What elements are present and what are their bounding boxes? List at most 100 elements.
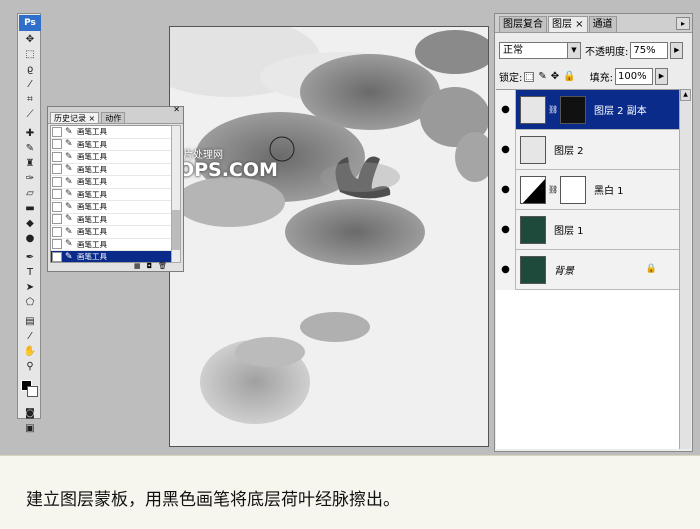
history-source-checkbox[interactable] bbox=[52, 214, 62, 225]
document-canvas[interactable]: 照片处理网 PHOTOPS.COM bbox=[169, 26, 489, 447]
tab-layer-comps[interactable]: 图层复合 bbox=[499, 16, 547, 32]
color-swatches[interactable] bbox=[19, 377, 41, 401]
history-tabs: 历史记录 × 动作 bbox=[48, 112, 183, 124]
crop-icon[interactable]: ⌗ bbox=[19, 92, 41, 106]
opacity-arrow-icon[interactable]: ▶ bbox=[670, 42, 684, 59]
link-icon[interactable]: ⛓ bbox=[548, 105, 558, 114]
brush-icon: ✎ bbox=[65, 226, 73, 237]
layer-row[interactable]: ● 图层 2 bbox=[496, 129, 679, 170]
history-item-label: 画笔工具 bbox=[77, 177, 107, 187]
lock-transparency-icon[interactable]: ⬚ bbox=[524, 71, 535, 82]
type-icon[interactable]: T bbox=[19, 265, 41, 279]
path-select-icon[interactable]: ➤ bbox=[19, 280, 41, 294]
screen-mode-icon[interactable]: ▣ bbox=[19, 421, 41, 435]
chevron-down-icon[interactable]: ▼ bbox=[567, 43, 580, 58]
lock-pixels-icon[interactable]: ✎ bbox=[538, 71, 546, 82]
eye-icon[interactable]: ● bbox=[496, 169, 516, 210]
layer-thumbnail bbox=[520, 135, 546, 164]
history-item-label: 画笔工具 bbox=[77, 227, 107, 237]
mask-thumbnail[interactable] bbox=[560, 175, 586, 204]
magic-wand-icon[interactable]: ⁄ bbox=[19, 77, 41, 91]
hand-icon[interactable]: ✋ bbox=[19, 344, 41, 358]
mask-thumbnail[interactable] bbox=[560, 95, 586, 124]
history-scrollbar[interactable] bbox=[171, 125, 181, 263]
healing-icon[interactable]: ✚ bbox=[19, 126, 41, 140]
watermark-english: PHOTOPS.COM bbox=[170, 159, 278, 181]
new-snapshot-icon[interactable]: ◘ bbox=[147, 262, 153, 270]
history-item[interactable]: ✎ 画笔工具 bbox=[51, 176, 171, 189]
slice-icon[interactable]: ⟋ bbox=[19, 107, 41, 121]
brush-icon: ✎ bbox=[65, 239, 73, 250]
dodge-icon[interactable]: ● bbox=[19, 231, 41, 245]
history-source-checkbox[interactable] bbox=[52, 226, 62, 237]
history-item[interactable]: ✎ 画笔工具 bbox=[51, 126, 171, 139]
history-item[interactable]: ✎ 画笔工具 bbox=[51, 201, 171, 214]
scroll-up-icon[interactable]: ▲ bbox=[680, 89, 691, 101]
zoom-icon[interactable]: ⚲ bbox=[19, 359, 41, 373]
fill-field[interactable]: 100% bbox=[614, 68, 653, 85]
lock-all-icon[interactable]: 🔒 bbox=[563, 71, 575, 82]
tab-history[interactable]: 历史记录 × bbox=[50, 112, 100, 123]
history-item[interactable]: ✎ 画笔工具 bbox=[51, 151, 171, 164]
move-icon[interactable]: ✥ bbox=[19, 32, 41, 46]
shape-icon[interactable]: ⬠ bbox=[19, 295, 41, 309]
caption-bar: 建立图层蒙板，用黑色画笔将底层荷叶经脉擦出。 bbox=[0, 455, 700, 529]
tab-layers[interactable]: 图层 × bbox=[548, 16, 588, 32]
stamp-icon[interactable]: ♜ bbox=[19, 156, 41, 170]
brush-icon: ✎ bbox=[65, 214, 73, 225]
notes-icon[interactable]: ▤ bbox=[19, 314, 41, 328]
background-color-swatch[interactable] bbox=[27, 386, 38, 397]
eye-icon[interactable]: ● bbox=[496, 209, 516, 250]
blur-icon[interactable]: ◆ bbox=[19, 216, 41, 230]
tutorial-caption: 建立图层蒙板，用黑色画笔将底层荷叶经脉擦出。 bbox=[26, 490, 400, 510]
layer-row[interactable]: ● ⛓ 图层 2 副本 bbox=[496, 89, 679, 130]
history-panel-titlebar[interactable]: ✕ bbox=[48, 105, 183, 114]
eraser-icon[interactable]: ▱ bbox=[19, 186, 41, 200]
layer-name: 黑白 1 bbox=[594, 186, 624, 197]
panel-menu-icon[interactable]: ▸ bbox=[676, 17, 690, 30]
history-source-checkbox[interactable] bbox=[52, 189, 62, 200]
link-icon[interactable]: ⛓ bbox=[548, 185, 558, 194]
history-source-checkbox[interactable] bbox=[52, 139, 62, 150]
history-source-checkbox[interactable] bbox=[52, 176, 62, 187]
close-icon[interactable]: ✕ bbox=[173, 105, 180, 114]
history-source-checkbox[interactable] bbox=[52, 239, 62, 250]
history-item[interactable]: ✎ 画笔工具 bbox=[51, 214, 171, 226]
eyedropper-icon[interactable]: ⁄ bbox=[19, 329, 41, 343]
history-source-checkbox[interactable] bbox=[52, 164, 62, 175]
opacity-field[interactable]: 75% bbox=[630, 42, 669, 59]
eye-icon[interactable]: ● bbox=[496, 129, 516, 170]
history-scroll-thumb[interactable] bbox=[172, 210, 180, 250]
layer-row[interactable]: ● 图层 1 bbox=[496, 209, 679, 250]
history-item-label: 画笔工具 bbox=[77, 152, 107, 162]
tab-actions[interactable]: 动作 bbox=[101, 112, 126, 123]
eye-icon[interactable]: ● bbox=[496, 89, 516, 130]
history-item-label: 画笔工具 bbox=[77, 164, 107, 174]
history-item[interactable]: ✎ 画笔工具 bbox=[51, 189, 171, 201]
history-item[interactable]: ✎ 画笔工具 bbox=[51, 139, 171, 151]
history-source-checkbox[interactable] bbox=[52, 126, 62, 137]
new-document-from-state-icon[interactable]: ▦ bbox=[134, 262, 141, 270]
tab-channels[interactable]: 通道 bbox=[588, 16, 617, 32]
blend-mode-select[interactable]: 正常 ▼ bbox=[499, 42, 581, 59]
history-source-checkbox[interactable] bbox=[52, 151, 62, 162]
layers-scrollbar[interactable]: ▲ bbox=[679, 89, 691, 449]
layers-panel: 图层复合 图层 × 通道 ▸ 正常 ▼ 不透明度: 75% ▶ 锁定: ⬚ ✎ … bbox=[494, 13, 693, 452]
eye-icon[interactable]: ● bbox=[496, 249, 516, 290]
brush-icon[interactable]: ✎ bbox=[19, 141, 41, 155]
history-item[interactable]: ✎ 画笔工具 bbox=[51, 164, 171, 176]
history-item[interactable]: ✎ 画笔工具 bbox=[51, 239, 171, 251]
lasso-icon[interactable]: ϱ bbox=[19, 62, 41, 76]
delete-icon[interactable]: 🗑 bbox=[158, 262, 167, 270]
marquee-icon[interactable]: ⬚ bbox=[19, 47, 41, 61]
layer-row[interactable]: ● 背景 🔒 bbox=[496, 249, 679, 290]
history-source-checkbox[interactable] bbox=[52, 201, 62, 212]
fill-arrow-icon[interactable]: ▶ bbox=[654, 68, 668, 85]
layer-row[interactable]: ● ⛓ 黑白 1 bbox=[496, 169, 679, 210]
quick-mask-icon[interactable]: ◙ bbox=[19, 406, 41, 420]
history-brush-icon[interactable]: ✑ bbox=[19, 171, 41, 185]
lock-position-icon[interactable]: ✥ bbox=[551, 71, 559, 82]
history-item[interactable]: ✎ 画笔工具 bbox=[51, 226, 171, 239]
pen-icon[interactable]: ✒ bbox=[19, 250, 41, 264]
gradient-icon[interactable]: ▬ bbox=[19, 201, 41, 215]
